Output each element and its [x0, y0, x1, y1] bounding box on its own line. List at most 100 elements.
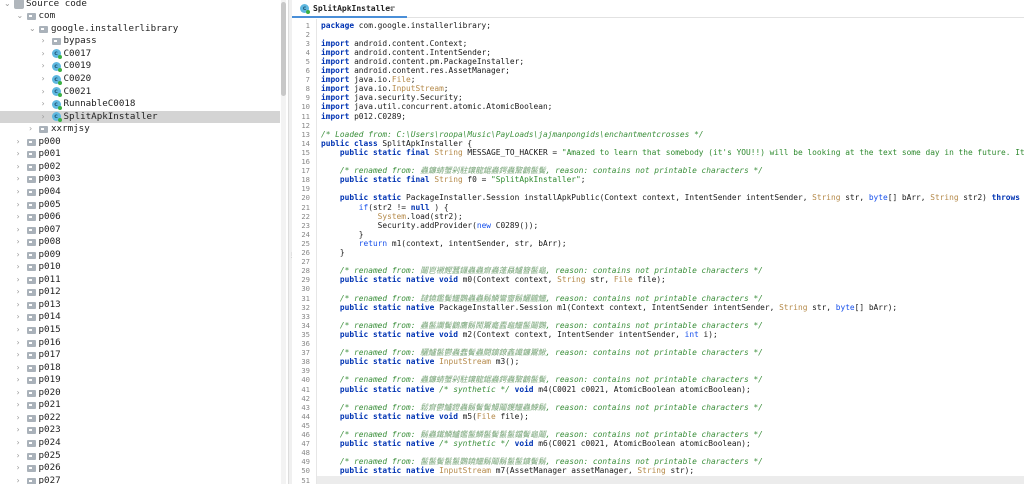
tree-item-p006[interactable]: › p006 [0, 211, 280, 224]
chevron-right-icon[interactable]: › [17, 311, 25, 324]
tree-item-p024[interactable]: › p024 [0, 437, 280, 450]
tree-item-p015[interactable]: › p015 [0, 324, 280, 337]
chevron-right-icon[interactable]: › [17, 387, 25, 400]
chevron-right-icon[interactable]: › [17, 261, 25, 274]
tree-item-p010[interactable]: › p010 [0, 261, 280, 274]
tree-item-xxrmjsy[interactable]: › xxrmjsy [0, 123, 280, 136]
chevron-right-icon[interactable]: › [17, 337, 25, 350]
chevron-right-icon[interactable]: › [17, 412, 25, 425]
chevron-down-icon[interactable]: ⌄ [17, 10, 25, 23]
tree-item-p018[interactable]: › p018 [0, 362, 280, 375]
chevron-right-icon[interactable]: › [17, 437, 25, 450]
code-token: File [613, 275, 638, 285]
tree-item-p013[interactable]: › p013 [0, 299, 280, 312]
chevron-right-icon[interactable]: › [17, 224, 25, 237]
tree-item-c0021[interactable]: › c C0021 [0, 86, 280, 99]
tree-item-p004[interactable]: › p004 [0, 186, 280, 199]
chevron-right-icon[interactable]: › [42, 48, 50, 61]
chevron-right-icon[interactable]: › [17, 349, 25, 362]
line-number-gutter: 1 2 3 4 5 6 7 8 9 10 11 12 13 14 15 16 17 18 19 20 21 22 23 24 2… [292, 19, 317, 485]
project-tree[interactable]: ⌄ Source code ⌄ com ⌄ google.installerlibrary… [0, 0, 288, 484]
folder-icon [26, 414, 36, 422]
chevron-right-icon[interactable]: › [17, 148, 25, 161]
line-number: 4 [305, 47, 310, 57]
tree-item-p009[interactable]: › p009 [0, 249, 280, 262]
chevron-right-icon[interactable]: › [42, 98, 50, 111]
code-token: str, [590, 275, 614, 285]
code-line: public static PackageInstaller.Session i… [321, 193, 1024, 202]
chevron-right-icon[interactable]: › [17, 286, 25, 299]
chevron-right-icon[interactable]: › [17, 173, 25, 186]
chevron-down-icon[interactable]: ⌄ [29, 23, 37, 36]
tree-item-p003[interactable]: › p003 [0, 173, 280, 186]
tree-item-com[interactable]: ⌄ com [0, 10, 280, 23]
tree-item-p027[interactable]: › p027 [0, 475, 280, 484]
tree-item-label: p011 [38, 273, 61, 285]
chevron-right-icon[interactable]: › [17, 274, 25, 287]
tree-item-p005[interactable]: › p005 [0, 199, 280, 212]
code-token: public static native [339, 439, 440, 449]
tree-item-c0017[interactable]: › c C0017 [0, 48, 280, 61]
tree-item-google-installerlibrary[interactable]: ⌄ google.installerlibrary [0, 23, 280, 36]
tree-item-p011[interactable]: › p011 [0, 274, 280, 287]
tree-item-p012[interactable]: › p012 [0, 286, 280, 299]
tree-item-splitapkinstaller[interactable]: › c SplitApkInstaller [0, 110, 280, 124]
chevron-right-icon[interactable]: › [17, 249, 25, 262]
tree-item-p026[interactable]: › p026 [0, 462, 280, 475]
tab-bar: c SplitApkInstaller × [292, 0, 1024, 18]
close-icon[interactable]: × [388, 0, 395, 17]
chevron-right-icon[interactable]: › [17, 399, 25, 412]
tree-item-p020[interactable]: › p020 [0, 387, 280, 400]
chevron-right-icon[interactable]: › [42, 73, 50, 86]
tree-item-p025[interactable]: › p025 [0, 450, 280, 463]
chevron-right-icon[interactable]: › [17, 362, 25, 375]
chevron-right-icon[interactable]: › [17, 136, 25, 149]
code-token: ; [580, 175, 586, 185]
chevron-right-icon[interactable]: › [17, 324, 25, 337]
chevron-right-icon[interactable]: › [29, 123, 37, 136]
tree-item-c0019[interactable]: › c C0019 [0, 60, 280, 73]
chevron-right-icon[interactable]: › [17, 199, 25, 212]
code-token: import [321, 102, 355, 112]
tree-item-source-code[interactable]: ⌄ Source code [0, 0, 280, 10]
tree-item-p000[interactable]: › p000 [0, 136, 280, 149]
tree-item-c0020[interactable]: › c C0020 [0, 73, 280, 86]
chevron-right-icon[interactable]: › [17, 236, 25, 249]
tree-item-p017[interactable]: › p017 [0, 349, 280, 362]
tree-item-p021[interactable]: › p021 [0, 399, 280, 412]
chevron-down-icon[interactable]: ⌄ [4, 0, 12, 10]
chevron-right-icon[interactable]: › [42, 86, 50, 99]
code-area[interactable]: package com.google.installerlibrary; impo… [317, 19, 1024, 484]
tree-scrollbar-thumb[interactable] [281, 2, 286, 96]
chevron-right-icon[interactable]: › [42, 35, 50, 48]
tree-item-p023[interactable]: › p023 [0, 424, 280, 437]
code-token: file); [500, 411, 529, 421]
tree-item-p002[interactable]: › p002 [0, 161, 280, 174]
chevron-right-icon[interactable]: › [17, 299, 25, 312]
tab-splitapkinstaller[interactable]: c SplitApkInstaller × [292, 0, 407, 18]
tree-item-p008[interactable]: › p008 [0, 236, 280, 249]
chevron-right-icon[interactable]: › [17, 211, 25, 224]
chevron-right-icon[interactable]: › [17, 475, 25, 484]
tree-item-p014[interactable]: › p014 [0, 311, 280, 324]
tree-item-p001[interactable]: › p001 [0, 148, 280, 161]
chevron-right-icon[interactable]: › [17, 374, 25, 387]
tree-item-p022[interactable]: › p022 [0, 412, 280, 425]
chevron-right-icon[interactable]: › [17, 161, 25, 174]
tree-item-label: p017 [38, 349, 61, 361]
tree-item-p007[interactable]: › p007 [0, 224, 280, 237]
chevron-right-icon[interactable]: › [17, 424, 25, 437]
chevron-right-icon[interactable]: › [17, 462, 25, 475]
tree-item-runnablec0018[interactable]: › c RunnableC0018 [0, 98, 280, 111]
tree-item-p016[interactable]: › p016 [0, 337, 280, 350]
tree-scrollbar[interactable] [281, 0, 286, 484]
chevron-right-icon[interactable]: › [17, 186, 25, 199]
chevron-right-icon[interactable]: › [42, 111, 50, 124]
chevron-right-icon[interactable]: › [42, 60, 50, 73]
chevron-right-icon[interactable]: › [17, 450, 25, 463]
tree-item-p019[interactable]: › p019 [0, 374, 280, 387]
tree-item-bypass[interactable]: › bypass [0, 35, 280, 48]
